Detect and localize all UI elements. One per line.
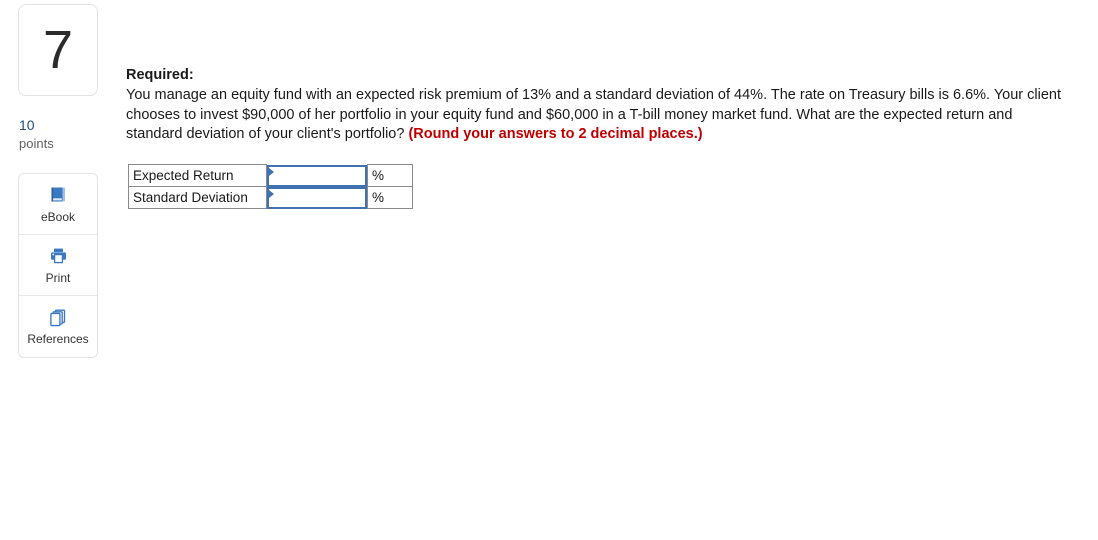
answer-cell-standard-deviation [267,186,368,209]
row-unit-expected-return: % [367,164,413,187]
answer-cell-expected-return [267,164,368,187]
references-button[interactable]: References [19,296,97,357]
left-rail: 7 10 points eBook Print References [18,4,98,358]
row-unit-standard-deviation: % [367,186,413,209]
standard-deviation-input[interactable] [269,188,365,207]
points-label: points [19,136,54,151]
references-label: References [27,332,89,346]
question-content: Required: You manage an equity fund with… [126,66,1066,145]
print-label: Print [45,270,71,285]
row-label-standard-deviation: Standard Deviation [128,186,267,209]
answer-table: Expected Return % Standard Deviation % [128,164,413,209]
tool-panel: eBook Print References [18,173,98,358]
required-heading: Required: [126,67,194,83]
row-label-expected-return: Expected Return [128,164,267,187]
standard-deviation-input-wrap [267,186,367,209]
question-body: You manage an equity fund with an expect… [126,86,1061,145]
printer-icon [48,246,69,268]
expected-return-input[interactable] [269,166,365,185]
table-row: Standard Deviation % [128,186,413,209]
print-button[interactable]: Print [19,235,97,296]
points-block: 10 points [18,117,98,152]
table-row: Expected Return % [128,164,413,187]
book-icon [48,185,69,207]
copy-pages-icon [48,307,69,329]
ebook-label: eBook [40,209,76,224]
question-number: 7 [42,20,74,80]
expected-return-input-wrap [267,164,367,187]
round-instruction: (Round your answers to 2 decimal places.… [408,126,703,142]
points-value: 10 [19,117,35,133]
question-number-card: 7 [18,4,98,96]
ebook-button[interactable]: eBook [19,174,97,235]
